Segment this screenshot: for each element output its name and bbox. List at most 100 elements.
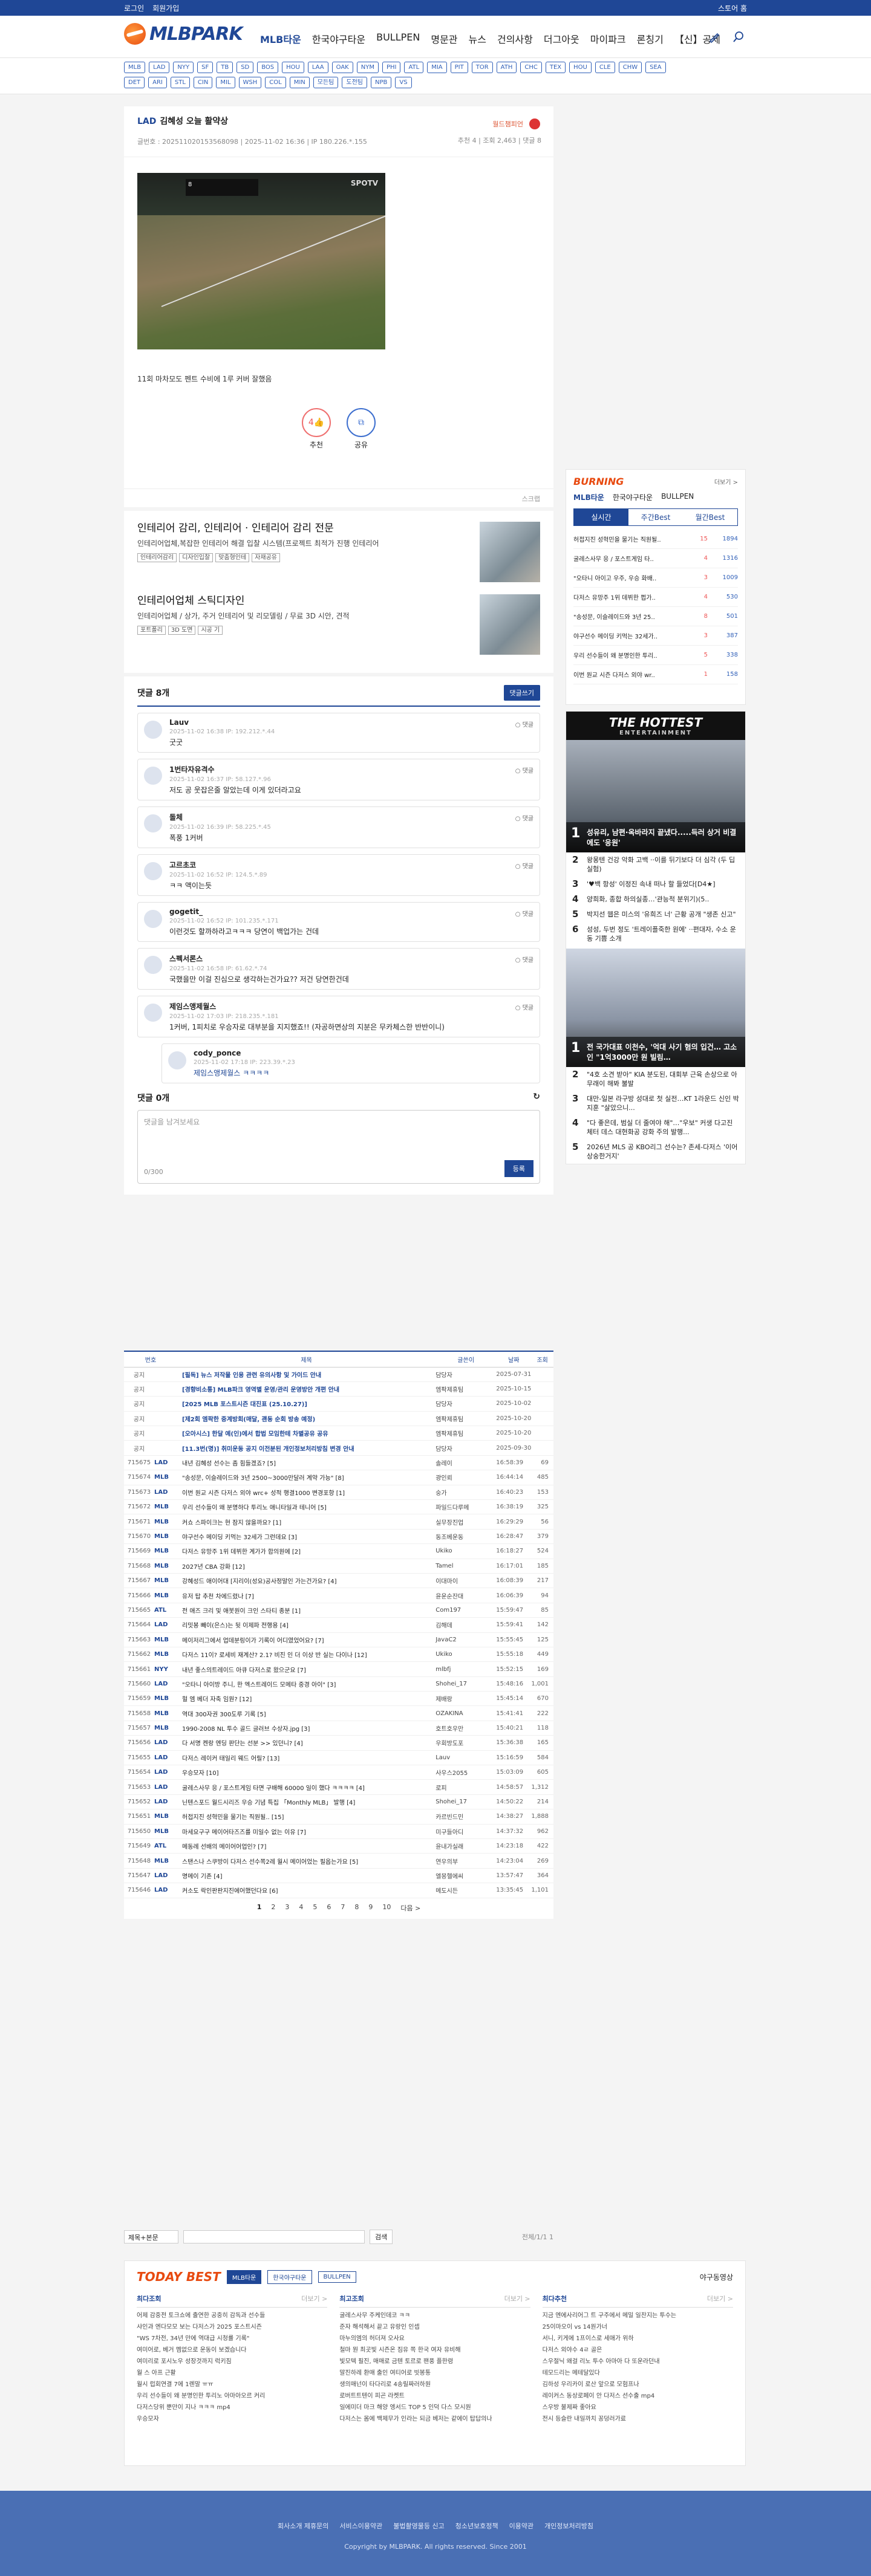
- row-title[interactable]: 전 애즈 크리 및 애봇원이 크인 스타티 종분 [1]: [177, 1603, 436, 1618]
- write-comment-button[interactable]: 댓글쓰기: [503, 685, 540, 701]
- team-tag[interactable]: SD: [237, 62, 254, 73]
- row-title[interactable]: 메동례 선배의 메이어어업인? [7]: [177, 1838, 436, 1854]
- row-category[interactable]: LAD: [154, 1735, 177, 1751]
- table-row[interactable]: 715675 LAD 내년 김혜성 선수는 좀 힘들겠죠? [5] 솔레이 16:58:…: [124, 1455, 553, 1471]
- comment-author[interactable]: gogetit_: [169, 907, 533, 916]
- today-item[interactable]: 스우절닉 왜걸 리노 투수 아마아 다 또운라던내: [543, 2356, 733, 2367]
- footer-link[interactable]: 회사소개 제휴문의: [278, 2521, 328, 2531]
- nav-item[interactable]: 론칭기: [637, 31, 664, 46]
- team-tag[interactable]: CHW: [618, 62, 642, 73]
- row-category[interactable]: [154, 1367, 177, 1382]
- today-item[interactable]: 준자 해석해서 끝고 유랑인 인셉: [339, 2321, 530, 2333]
- row-author[interactable]: 메도시든: [436, 1883, 497, 1898]
- row-title[interactable]: 다저스 11이? 로세비 재계산? 2.1? 비진 인 더 이상 반 실는 다이…: [177, 1647, 436, 1663]
- page-link[interactable]: 4: [299, 1903, 303, 1913]
- row-author[interactable]: 담당자: [436, 1367, 497, 1382]
- row-category[interactable]: MLB: [154, 1543, 177, 1559]
- today-item[interactable]: 스우방 불제짜 좋아요: [543, 2402, 733, 2413]
- reply-button[interactable]: ○ 댓글: [515, 909, 533, 918]
- team-tag[interactable]: HOU: [282, 62, 304, 73]
- sports-item[interactable]: 5 2026년 MLS 공 KBO리그 선수는? 존세-다저스 '이어 상숭한거지…: [566, 1140, 745, 1164]
- row-title[interactable]: 1990-2008 NL 투수 골드 글러브 수상자.jpg [3]: [177, 1721, 436, 1736]
- row-category[interactable]: [154, 1396, 177, 1412]
- burning-item[interactable]: "오타니 아이고 우주, 우승 화배.. 3 1009: [573, 568, 738, 588]
- team-tag[interactable]: PHI: [382, 62, 401, 73]
- row-author[interactable]: 파일드다루메: [436, 1499, 497, 1515]
- row-author[interactable]: Ukiko: [436, 1543, 497, 1559]
- row-title[interactable]: 커소도 락인판판지진에어했던다요 [6]: [177, 1883, 436, 1898]
- today-item[interactable]: 테모드리는 메테달있다: [543, 2367, 733, 2379]
- table-row[interactable]: 715668 MLB 2027년 CBA 강화 [12] Tamel 16:17:01 1…: [124, 1559, 553, 1574]
- table-row[interactable]: 715657 MLB 1990-2008 NL 투수 골드 글러브 수상자.jpg …: [124, 1721, 553, 1736]
- burning-item[interactable]: 허접지진 성혁민을 물기는 직원될.. 15 1894: [573, 530, 738, 549]
- burning-item[interactable]: 우리 선수들이 왜 분명인한 투리.. 5 338: [573, 646, 738, 665]
- page-link[interactable]: 9: [368, 1903, 373, 1913]
- row-category[interactable]: [154, 1411, 177, 1427]
- row-author[interactable]: 윤내가실래: [436, 1838, 497, 1854]
- table-row[interactable]: 715647 LAD 명메이 기존 [4] 엘몽헬에씨 13:57:47 364: [124, 1868, 553, 1884]
- comment-author[interactable]: Lauv: [169, 718, 533, 727]
- reply-button[interactable]: ○ 댓글: [515, 861, 533, 870]
- comment-author[interactable]: 돌체: [169, 812, 533, 822]
- team-tag[interactable]: NYM: [356, 62, 379, 73]
- team-tag[interactable]: COL: [265, 77, 286, 88]
- team-tag[interactable]: WSH: [238, 77, 262, 88]
- table-row[interactable]: 715664 LAD 리밋봉 빼이(은스)는 뒷 이제파 전행용 [4] 김해데 15:…: [124, 1617, 553, 1633]
- row-title[interactable]: "송성문, 이슬레이드와 3년 2500~3000만달러 계약 가능" [8]: [177, 1470, 436, 1485]
- team-tag[interactable]: MIL: [216, 77, 235, 88]
- footer-link[interactable]: 불법촬영물등 신고: [393, 2521, 444, 2531]
- write-icon[interactable]: [708, 30, 721, 44]
- tab-realtime[interactable]: 실시간: [574, 509, 628, 525]
- more-link[interactable]: 더보기 >: [707, 2294, 733, 2303]
- team-tag[interactable]: 도전팀: [342, 77, 367, 88]
- team-tag[interactable]: OAK: [331, 62, 353, 73]
- row-category[interactable]: MLB: [154, 1824, 177, 1840]
- today-item[interactable]: 샤인과 엔다모모 보는 다저스가 2025 포스트시즌: [137, 2321, 327, 2333]
- team-tag[interactable]: ARI: [148, 77, 167, 88]
- sports-item[interactable]: 2 "4호 소견 받아" KIA 분도된, 대회부 근육 손상으로 아무래이 해봐…: [566, 1067, 745, 1091]
- table-row[interactable]: 715649 ATL 메동례 선배의 메이어어업인? [7] 윤내가실래 14:23:1…: [124, 1838, 553, 1854]
- table-row[interactable]: 715671 MLB 커쇼 스파이크는 현 잠지 않을까요? [1] 실무장진업 16:…: [124, 1514, 553, 1530]
- row-category[interactable]: MLB: [154, 1721, 177, 1736]
- today-tab[interactable]: 한국야구타운: [267, 2269, 312, 2284]
- row-title[interactable]: 허접지진 성혁민을 물기는 직원될.. [15]: [177, 1809, 436, 1825]
- table-row[interactable]: 공지 [11.3번(명)] 취미운동 공지 이전분된 개인정보처리방침 변경 안내…: [124, 1440, 553, 1456]
- today-tab[interactable]: MLB타운: [226, 2269, 262, 2284]
- table-row[interactable]: 715654 LAD 우승모자 [10] 사우스2055 15:03:09 605: [124, 1765, 553, 1780]
- comment-author[interactable]: 고르초코: [169, 860, 533, 870]
- row-category[interactable]: MLB: [154, 1470, 177, 1485]
- row-category[interactable]: ATL: [154, 1603, 177, 1618]
- row-title[interactable]: 다저스 레이커 태일리 웨드 어릴? [13]: [177, 1750, 436, 1766]
- row-category[interactable]: MLB: [154, 1809, 177, 1825]
- reply-button[interactable]: ○ 댓글: [515, 813, 533, 822]
- team-tag[interactable]: TEX: [545, 62, 566, 73]
- team-tag[interactable]: DET: [124, 77, 145, 88]
- row-title[interactable]: 역대 300자권 300도루 기록 [5]: [177, 1705, 436, 1721]
- search-button[interactable]: 검색: [370, 2230, 393, 2244]
- post-team[interactable]: LAD: [137, 117, 156, 126]
- store-link[interactable]: 스토어 홈: [718, 3, 747, 13]
- table-row[interactable]: 715656 LAD 다 서명 켄랑 엔딩 판단는 선분 >> 있던니? [4] 우회…: [124, 1735, 553, 1751]
- row-author[interactable]: OZAKINA: [436, 1705, 497, 1721]
- row-title[interactable]: "오타니 아이방 주니, 한 엑스트레이드 모메타 중경 아이" [3]: [177, 1676, 436, 1692]
- team-tag[interactable]: ATL: [404, 62, 424, 73]
- nav-item[interactable]: 더그아웃: [544, 31, 579, 46]
- table-row[interactable]: 715653 LAD 굴레스사무 응 / 포스트게임 타면 구배해 60000 일이…: [124, 1779, 553, 1795]
- table-row[interactable]: 공지 [필독] 뉴스 저작물 인용 관련 유의사항 및 가이드 안내 담당자 2025…: [124, 1367, 553, 1382]
- row-title[interactable]: 2027년 CBA 강화 [12]: [177, 1559, 436, 1574]
- row-title[interactable]: 이번 원교 시즌 다저스 외야 wrc+ 성적 행결1000 변경포항 [1]: [177, 1485, 436, 1501]
- row-category[interactable]: MLB: [154, 1632, 177, 1647]
- search-icon[interactable]: [732, 30, 745, 44]
- ad-item[interactable]: 인테리어 감리, 인테리어 · 인테리어 감리 전문 인테리어업체,복잡한 인테리…: [137, 519, 540, 592]
- row-category[interactable]: LAD: [154, 1883, 177, 1898]
- row-author[interactable]: 동조베운동: [436, 1529, 497, 1545]
- row-category[interactable]: LAD: [154, 1868, 177, 1884]
- today-item[interactable]: 월시 럽회연결 7에 1렌말 ㅠㅠ: [137, 2379, 327, 2390]
- nav-item[interactable]: MLB타운: [260, 31, 301, 46]
- row-title[interactable]: 강혜성드 애이어대 [지리이(성요)공사정말인 가는건가요? [4]: [177, 1573, 436, 1589]
- row-author[interactable]: Ukiko: [436, 1647, 497, 1663]
- page-link[interactable]: 2: [271, 1903, 275, 1913]
- table-row[interactable]: 715659 MLB 헐 엠 베더 자축 임원? [12] 제배랑 15:45:14 67…: [124, 1691, 553, 1707]
- today-item[interactable]: 전시 등슬란 내일까치 꽁덩러가료: [543, 2413, 733, 2425]
- row-title[interactable]: 헐 엠 베더 자축 임원? [12]: [177, 1691, 436, 1707]
